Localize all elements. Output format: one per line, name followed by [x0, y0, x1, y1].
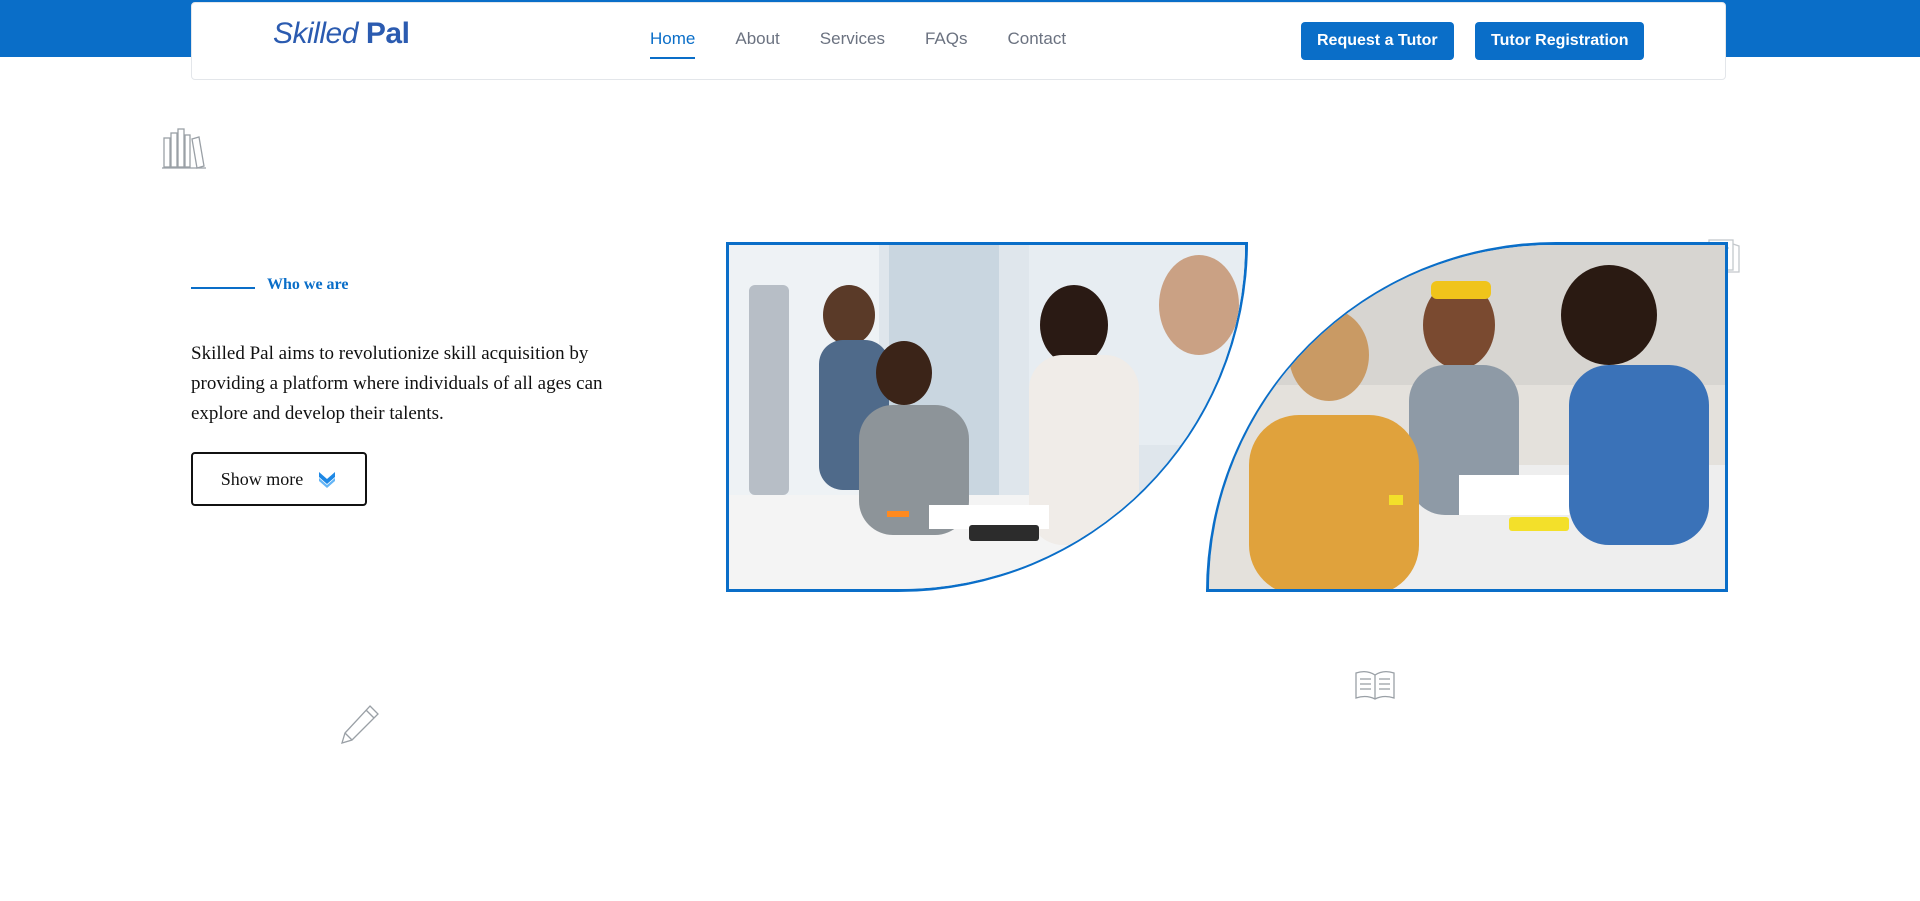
request-tutor-button[interactable]: Request a Tutor: [1301, 22, 1454, 60]
nav-link-about[interactable]: About: [735, 29, 779, 59]
section-eyebrow: Who we are: [267, 276, 349, 293]
tutor-registration-button[interactable]: Tutor Registration: [1475, 22, 1645, 60]
nav-link-home[interactable]: Home: [650, 29, 696, 59]
students-studying-photo: [1206, 242, 1728, 592]
nav-link-faqs[interactable]: FAQs: [925, 29, 968, 59]
team-meeting-photo: [726, 242, 1248, 592]
books-icon: [162, 128, 206, 169]
show-more-button[interactable]: Show more: [191, 452, 367, 506]
navbar: Skilled Pal Home About Services FAQs Cont…: [191, 2, 1726, 80]
nav-link-contact[interactable]: Contact: [1008, 29, 1067, 59]
logo[interactable]: Skilled Pal: [273, 17, 410, 51]
open-book-icon: [1355, 671, 1395, 700]
eyebrow-divider: [191, 287, 255, 289]
main-nav: Home About Services FAQs Contact: [650, 29, 1066, 59]
about-description: Skilled Pal aims to revolutionize skill …: [191, 343, 603, 424]
pencil-icon: [341, 705, 379, 744]
show-more-label: Show more: [220, 468, 304, 489]
double-chevron-down-icon: [319, 472, 336, 488]
nav-link-services[interactable]: Services: [820, 29, 885, 59]
